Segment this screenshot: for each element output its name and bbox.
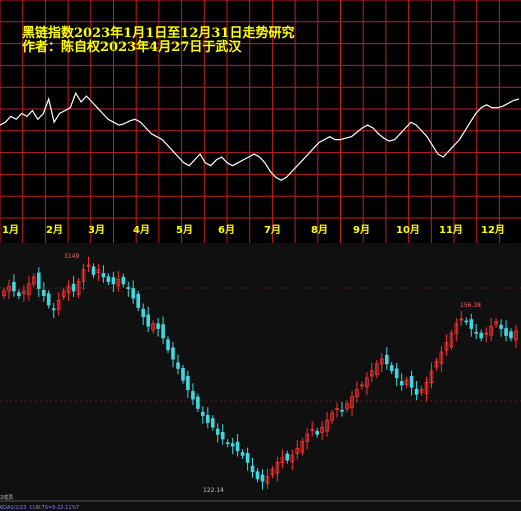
candle-body bbox=[479, 332, 483, 339]
month-tick-label: 5月 bbox=[176, 224, 193, 236]
candle-body bbox=[176, 362, 180, 369]
chart-title: 黑链指数2023年1月1日至12月31日走势研究 bbox=[22, 26, 295, 41]
candle-body bbox=[474, 331, 478, 334]
candle-body bbox=[499, 324, 503, 329]
candle-body bbox=[12, 282, 16, 292]
upper-chart-panel: 1月 2月 3月 4月 5月 6月 7月 8月 9月 10月 11月 12月 黑链指数2023年1月1… bbox=[0, 0, 521, 243]
chart-author: 作者：陈自权2023年4月27日于武汉 bbox=[22, 40, 242, 55]
candle-body bbox=[250, 465, 255, 473]
candle-body bbox=[121, 276, 126, 285]
candle-body bbox=[37, 272, 41, 289]
candle-body bbox=[504, 328, 508, 336]
candle-body bbox=[240, 452, 245, 456]
candle-body bbox=[384, 354, 389, 365]
candle-body bbox=[215, 428, 220, 435]
candle-body bbox=[196, 396, 200, 409]
month-tick-label: 11月 bbox=[439, 224, 463, 236]
month-tick-label: 6月 bbox=[218, 224, 235, 236]
lower-kline-panel: 3149 122.14 156.38 2成员 6DA1/2/23 .CUR:TS=5-2… bbox=[0, 243, 521, 511]
month-tick-label: 9月 bbox=[353, 224, 370, 236]
candle-body bbox=[51, 308, 56, 311]
candle-body bbox=[255, 471, 260, 480]
candle-body bbox=[394, 368, 399, 379]
candle-body bbox=[245, 453, 250, 463]
candle-body bbox=[191, 391, 195, 400]
candle-body bbox=[509, 331, 513, 339]
candle-body bbox=[166, 339, 170, 351]
month-tick-label: 2月 bbox=[46, 224, 63, 236]
month-tick-label: 4月 bbox=[133, 224, 150, 236]
candle-body bbox=[399, 381, 404, 386]
candle-body bbox=[101, 273, 106, 278]
candle-body bbox=[230, 443, 235, 447]
candle-body bbox=[106, 276, 111, 282]
candle-body bbox=[171, 347, 175, 360]
candlestick-chart: 3149 122.14 156.38 2成员 6DA1/2/23 .CUR:TS=5-2… bbox=[0, 253, 521, 511]
candle-body bbox=[141, 308, 146, 318]
candle-body bbox=[220, 431, 225, 440]
candle-body bbox=[464, 320, 469, 323]
candle-body bbox=[285, 453, 290, 461]
candle-body bbox=[111, 277, 116, 285]
index-series-line bbox=[0, 91, 520, 181]
candle-body bbox=[235, 441, 240, 452]
low-price-label: 122.14 bbox=[203, 487, 224, 494]
candle-body bbox=[71, 283, 76, 292]
high-price-label: 3149 bbox=[64, 253, 79, 260]
left-edge-label: 2成员 bbox=[0, 494, 13, 501]
candle-body bbox=[161, 324, 165, 339]
candle-body bbox=[42, 290, 46, 297]
candle-body bbox=[469, 319, 474, 329]
candle-body bbox=[131, 288, 136, 299]
candle-body bbox=[17, 292, 21, 296]
month-tick-label: 3月 bbox=[88, 224, 105, 236]
month-tick-label: 1月 bbox=[2, 224, 19, 236]
month-tick-label: 8月 bbox=[311, 224, 328, 236]
candle-body bbox=[389, 365, 394, 372]
candle-body bbox=[315, 430, 319, 435]
candle-body bbox=[414, 388, 419, 395]
candle-body bbox=[200, 411, 205, 416]
candle-body bbox=[136, 293, 141, 308]
candle-body bbox=[91, 266, 96, 275]
candle-body bbox=[186, 375, 190, 390]
candle-body bbox=[260, 474, 265, 482]
month-tick-label: 10月 bbox=[396, 224, 420, 236]
candle-body bbox=[225, 442, 230, 445]
candle-body bbox=[126, 287, 131, 289]
month-tick-label: 12月 bbox=[481, 224, 505, 236]
candle-body bbox=[409, 375, 414, 388]
right-price-label: 156.38 bbox=[460, 302, 481, 309]
candle-body bbox=[210, 418, 215, 428]
candle-body bbox=[46, 293, 51, 306]
candle-body bbox=[181, 368, 185, 381]
month-tick-label: 7月 bbox=[264, 224, 281, 236]
footer-status-text: 6DA1/2/23 .CUR:TS=5-22.11%T bbox=[0, 505, 80, 511]
candle-body bbox=[156, 323, 160, 329]
candle-body bbox=[205, 414, 210, 423]
candle-body bbox=[146, 314, 151, 327]
candle-body bbox=[340, 409, 344, 412]
